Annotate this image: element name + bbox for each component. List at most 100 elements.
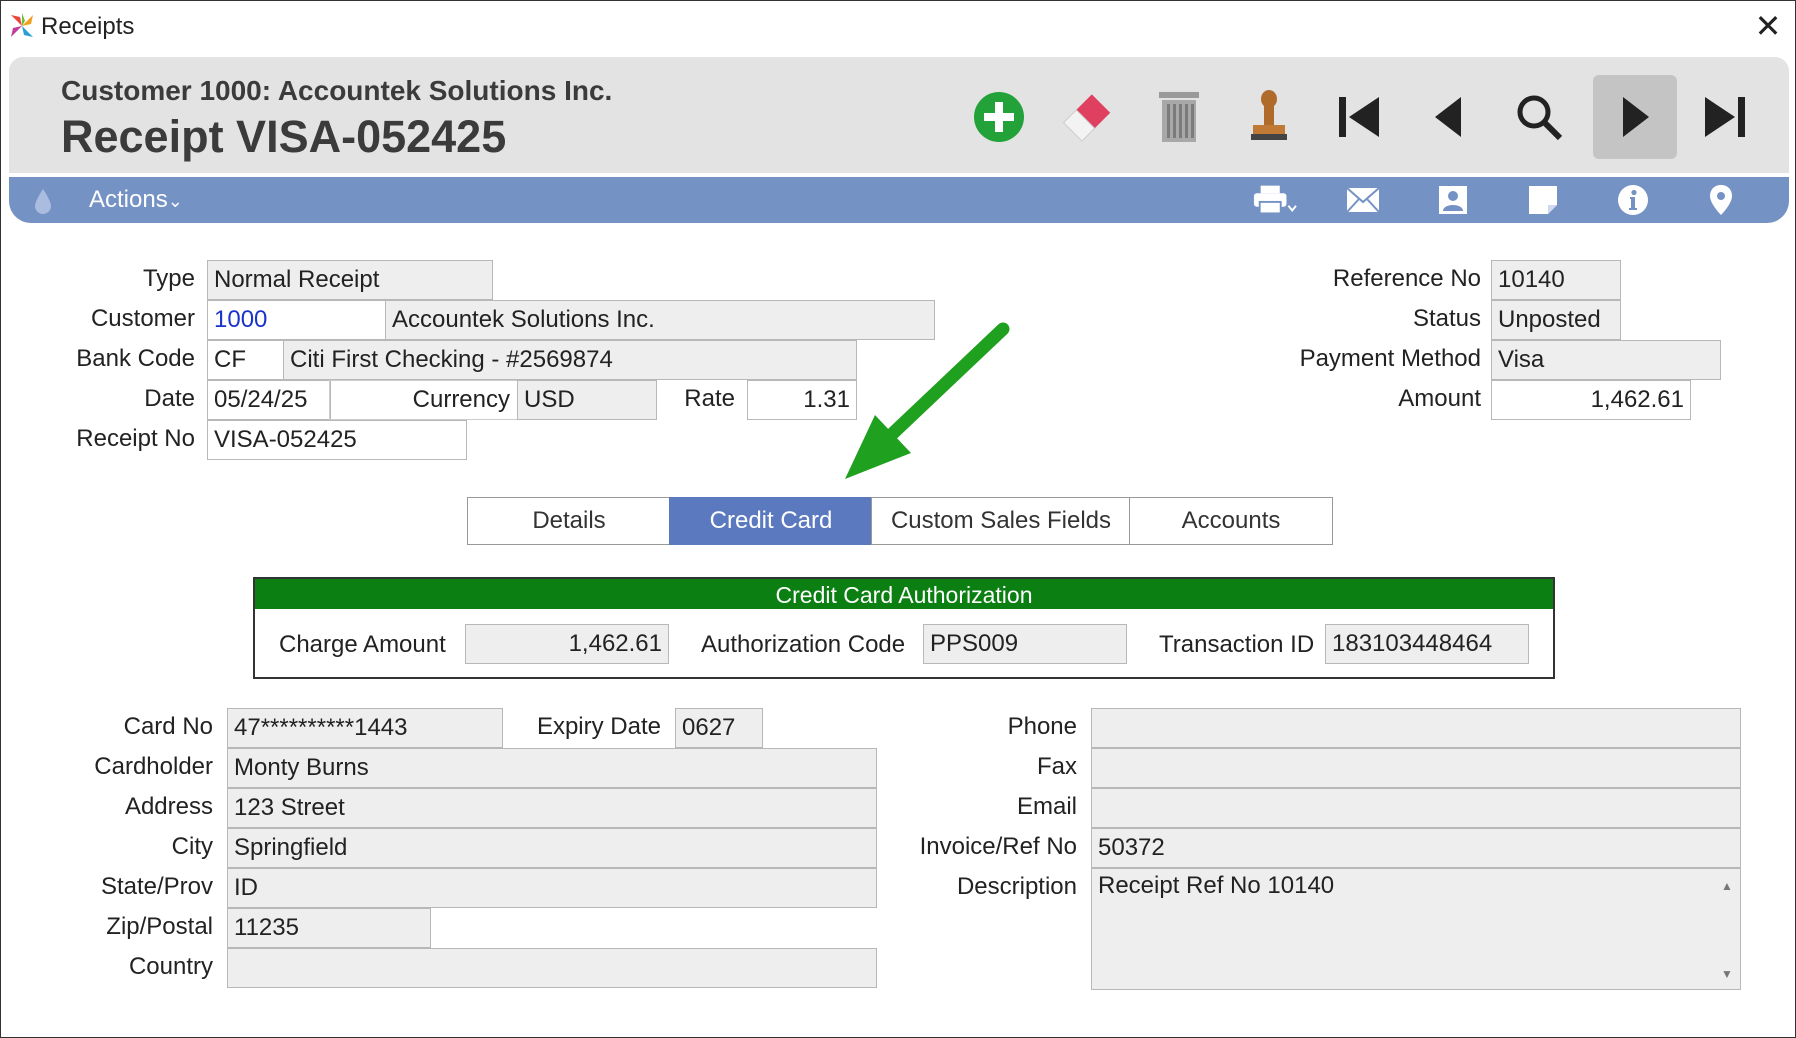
receipts-window: Receipts ✕ Customer 1000: Accountek Solu… [0, 0, 1796, 1038]
payment-method-label: Payment Method [1299, 345, 1481, 372]
expiry-date-field[interactable]: 0627 [675, 708, 763, 748]
contact-icon [1439, 186, 1467, 214]
print-icon [1253, 185, 1297, 215]
expiry-date-label: Expiry Date [536, 713, 661, 740]
bank-code-field[interactable]: CF [207, 340, 285, 380]
card-no-label: Card No [123, 713, 213, 740]
zip-postal-label: Zip/Postal [106, 913, 213, 940]
eraser-icon [1062, 94, 1111, 142]
receipt-title: Receipt VISA-052425 [61, 111, 507, 162]
search-icon [1517, 95, 1563, 141]
trash-icon [1159, 92, 1199, 142]
actions-label: Actions [89, 186, 168, 213]
reference-no-field: 10140 [1491, 260, 1621, 300]
state-prov-field[interactable]: ID [227, 868, 877, 908]
actions-bar: Actions⌄ [9, 177, 1789, 223]
app-logo-icon [11, 13, 33, 37]
amount-label: Amount [1398, 385, 1481, 412]
close-button[interactable]: ✕ [1751, 9, 1785, 43]
country-field[interactable] [227, 948, 877, 988]
charge-amount-label: Charge Amount [279, 631, 446, 658]
date-field[interactable]: 05/24/25 [207, 380, 331, 420]
fax-field[interactable] [1091, 748, 1741, 788]
credit-card-authorization-heading: Credit Card Authorization [255, 579, 1553, 609]
add-icon [974, 92, 1024, 142]
contact-button[interactable] [1431, 181, 1475, 219]
location-pin-icon [1710, 185, 1732, 215]
email-field[interactable] [1091, 788, 1741, 828]
scroll-down-icon[interactable]: ▼ [1720, 967, 1734, 981]
date-label: Date [144, 385, 195, 412]
description-label: Description [956, 873, 1077, 900]
tab-details[interactable]: Details [467, 497, 671, 545]
annotation-arrow [845, 322, 1010, 479]
previous-record-button[interactable] [1413, 77, 1485, 157]
credit-card-authorization-panel: Credit Card Authorization Charge Amount … [253, 577, 1555, 679]
location-button[interactable] [1699, 181, 1743, 219]
add-button[interactable] [963, 77, 1035, 157]
invoice-ref-no-label: Invoice/Ref No [919, 833, 1077, 860]
next-record-button[interactable] [1593, 75, 1677, 159]
search-button[interactable] [1503, 77, 1575, 157]
city-label: City [171, 833, 213, 860]
description-textarea[interactable]: Receipt Ref No 10140 ▲ ▼ [1091, 868, 1741, 990]
delete-button[interactable] [1143, 77, 1215, 157]
actions-menu[interactable]: Actions⌄ [89, 186, 183, 214]
charge-amount-field[interactable]: 1,462.61 [465, 624, 669, 664]
bank-code-label: Bank Code [76, 345, 195, 372]
customer-subtitle: Customer 1000: Accountek Solutions Inc. [61, 75, 613, 106]
zip-postal-field[interactable]: 11235 [227, 908, 431, 948]
card-no-field[interactable]: 47**********1443 [227, 708, 503, 748]
bank-name-field: Citi First Checking - #2569874 [283, 340, 857, 380]
rate-label: Rate [684, 385, 735, 412]
tab-accounts[interactable]: Accounts [1129, 497, 1333, 545]
cardholder-label: Cardholder [94, 753, 213, 780]
receipt-no-field[interactable]: VISA-052425 [207, 420, 467, 460]
next-record-icon [1623, 97, 1649, 137]
email-button[interactable] [1341, 181, 1385, 219]
description-text: Receipt Ref No 10140 [1098, 872, 1335, 899]
scroll-up-icon[interactable]: ▲ [1720, 879, 1734, 893]
currency-label: Currency [412, 386, 510, 413]
customer-label: Customer [90, 305, 195, 332]
last-record-button[interactable] [1689, 77, 1761, 157]
phone-label: Phone [1007, 713, 1077, 740]
authorization-code-field[interactable]: PPS009 [923, 624, 1127, 664]
amount-field[interactable]: 1,462.61 [1491, 380, 1691, 420]
note-icon [1529, 186, 1557, 214]
post-button[interactable] [1233, 77, 1305, 157]
currency-field[interactable]: USD [517, 380, 657, 420]
drop-icon[interactable] [33, 187, 53, 215]
email-icon [1346, 187, 1380, 213]
reference-no-label: Reference No [1332, 265, 1481, 292]
tab-credit-card[interactable]: Credit Card [669, 497, 873, 545]
phone-field[interactable] [1091, 708, 1741, 748]
customer-code-field[interactable]: 1000 [207, 300, 387, 340]
type-label: Type [142, 265, 195, 292]
clear-button[interactable] [1053, 77, 1125, 157]
payment-method-field[interactable]: Visa [1491, 340, 1721, 380]
chevron-down-icon: ⌄ [167, 191, 183, 211]
info-icon [1618, 185, 1648, 215]
info-button[interactable] [1611, 181, 1655, 219]
transaction-id-field[interactable]: 183103448464 [1325, 624, 1529, 664]
previous-record-icon [1435, 97, 1461, 137]
cardholder-field[interactable]: Monty Burns [227, 748, 877, 788]
print-button[interactable] [1253, 181, 1297, 219]
address-label: Address [124, 793, 213, 820]
address-field[interactable]: 123 Street [227, 788, 877, 828]
receipt-no-label: Receipt No [76, 425, 195, 452]
fax-label: Fax [1036, 753, 1077, 780]
country-label: Country [128, 953, 213, 980]
tab-custom-sales-fields[interactable]: Custom Sales Fields [871, 497, 1131, 545]
note-button[interactable] [1521, 181, 1565, 219]
invoice-ref-no-field[interactable]: 50372 [1091, 828, 1741, 868]
status-field: Unposted [1491, 300, 1621, 340]
first-record-button[interactable] [1323, 77, 1395, 157]
last-record-icon [1705, 97, 1745, 137]
status-label: Status [1412, 305, 1481, 332]
city-field[interactable]: Springfield [227, 828, 877, 868]
first-record-icon [1339, 97, 1379, 137]
currency-label-box: Currency [329, 380, 519, 420]
type-field[interactable]: Normal Receipt [207, 260, 493, 300]
